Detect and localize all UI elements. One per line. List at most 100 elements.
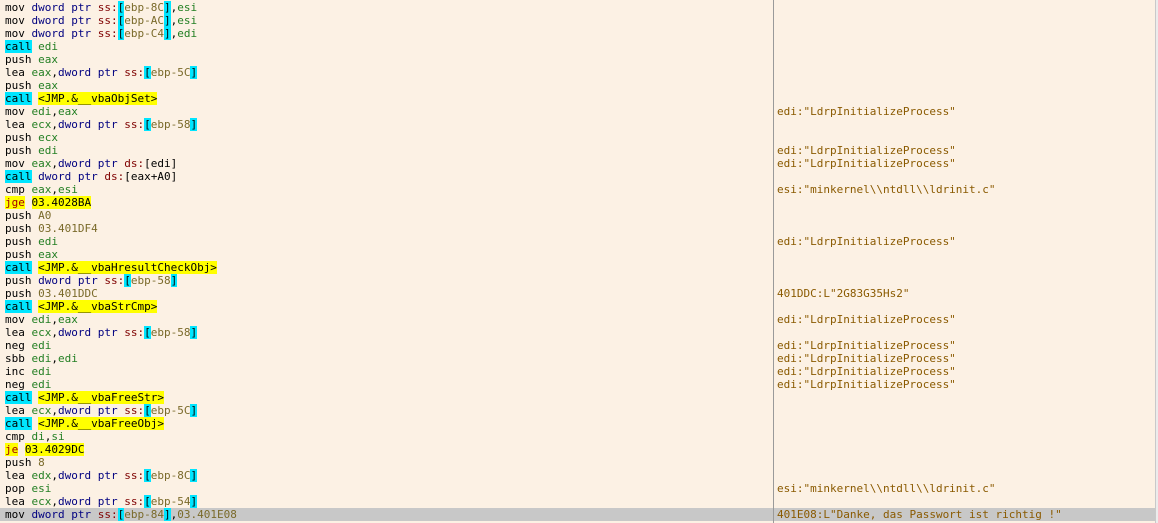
instruction-text: call <JMP.&__vbaFreeObj>	[5, 417, 164, 430]
token-register: eax	[38, 248, 58, 261]
instruction-row[interactable]: mov eax,dword ptr ds:[edi] edi:"LdrpIniti…	[0, 157, 1155, 170]
instruction-text: neg edi	[5, 378, 51, 391]
token-default: sbb	[5, 352, 32, 365]
instruction-text: call <JMP.&__vbaHresultCheckObj>	[5, 261, 217, 274]
token-default: push	[5, 53, 39, 66]
instruction-row[interactable]: push 03.401DF4	[0, 222, 1155, 235]
instruction-text: mov dword ptr ss:[ebp-84],03.401E08	[5, 508, 237, 521]
instruction-row[interactable]: call <JMP.&__vbaFreeObj>	[0, 417, 1155, 430]
instruction-row-selected[interactable]: mov dword ptr ss:[ebp-84],03.401E08 401E0…	[0, 508, 1155, 521]
instruction-row[interactable]: lea ecx,dword ptr ss:[ebp-58]	[0, 326, 1155, 339]
token-default: mov	[5, 1, 32, 14]
token-size: dword ptr	[58, 469, 125, 482]
token-default: ,	[51, 183, 58, 196]
token-size: dword ptr	[31, 27, 98, 40]
instruction-row[interactable]: neg edi edi:"LdrpInitializeProcess"	[0, 378, 1155, 391]
token-target: 03.4029DC	[24, 443, 85, 456]
instruction-text: cmp di,si	[5, 430, 65, 443]
instruction-row[interactable]: inc edi edi:"LdrpInitializeProcess"	[0, 365, 1155, 378]
instruction-row[interactable]: mov dword ptr ss:[ebp-C4],edi	[0, 27, 1155, 40]
token-register: esi	[177, 1, 198, 14]
comment-text: edi:"LdrpInitializeProcess"	[777, 352, 956, 365]
token-register: esi	[31, 482, 52, 495]
instruction-row[interactable]: push eax	[0, 53, 1155, 66]
instruction-text: mov dword ptr ss:[ebp-8C],esi	[5, 1, 197, 14]
token-register: edi	[38, 144, 58, 157]
instruction-row[interactable]: cmp eax,esi esi:"minkernel\\ntdll\\ldrini…	[0, 183, 1155, 196]
instruction-row[interactable]: push eax	[0, 79, 1155, 92]
instruction-row[interactable]: mov edi,eax edi:"LdrpInitializeProcess"	[0, 105, 1155, 118]
token-immediate: ebp-5C	[150, 66, 191, 79]
instruction-row[interactable]: lea eax,dword ptr ss:[ebp-5C]	[0, 66, 1155, 79]
token-register: edi	[38, 235, 58, 248]
token-size: dword ptr	[38, 170, 105, 183]
instruction-row[interactable]: push A0	[0, 209, 1155, 222]
token-default	[18, 443, 25, 456]
instruction-row[interactable]: je 03.4029DC	[0, 443, 1155, 456]
token-default: [eax+A0]	[124, 170, 178, 183]
token-register: edx	[31, 469, 52, 482]
token-default: mov	[5, 27, 32, 40]
instruction-row[interactable]: cmp di,si	[0, 430, 1155, 443]
token-call: call	[5, 40, 32, 53]
instruction-text: lea ecx,dword ptr ss:[ebp-54]	[5, 495, 198, 508]
instruction-row[interactable]: pop esi esi:"minkernel\\ntdll\\ldrinit.c"	[0, 482, 1155, 495]
token-target: <JMP.&__vbaStrCmp>	[38, 300, 158, 313]
instruction-row[interactable]: lea ecx,dword ptr ss:[ebp-54]	[0, 495, 1155, 508]
token-target: <JMP.&__vbaHresultCheckObj>	[38, 261, 217, 274]
instruction-row[interactable]: mov dword ptr ss:[ebp-8C],esi	[0, 1, 1155, 14]
instruction-text: inc edi	[5, 365, 51, 378]
token-register: edi	[31, 352, 52, 365]
token-bracket: ]	[190, 469, 198, 482]
token-bracket: [	[144, 469, 151, 482]
instruction-text: mov eax,dword ptr ds:[edi]	[5, 157, 177, 170]
token-default: push	[5, 287, 39, 300]
token-size: dword ptr	[31, 1, 98, 14]
disassembly-view[interactable]: mov dword ptr ss:[ebp-8C],esi mov dword p…	[0, 0, 1158, 523]
instruction-row[interactable]: lea ecx,dword ptr ss:[ebp-58]	[0, 118, 1155, 131]
instruction-row[interactable]: lea ecx,dword ptr ss:[ebp-5C]	[0, 404, 1155, 417]
instruction-row[interactable]: call edi	[0, 40, 1155, 53]
token-default: push	[5, 131, 39, 144]
token-default: ,	[51, 105, 58, 118]
comment-text: edi:"LdrpInitializeProcess"	[777, 313, 956, 326]
token-size: dword ptr	[58, 495, 125, 508]
instruction-row[interactable]: call dword ptr ds:[eax+A0]	[0, 170, 1155, 183]
instruction-text: push ecx	[5, 131, 58, 144]
token-target: 03.4028BA	[31, 196, 92, 209]
instruction-row[interactable]: push eax	[0, 248, 1155, 261]
instruction-row[interactable]: lea edx,dword ptr ss:[ebp-8C]	[0, 469, 1155, 482]
column-divider[interactable]	[773, 0, 774, 523]
token-default: ,	[51, 157, 58, 170]
instruction-row[interactable]: mov edi,eax edi:"LdrpInitializeProcess"	[0, 313, 1155, 326]
instruction-row[interactable]: push 8	[0, 456, 1155, 469]
instruction-text: push A0	[5, 209, 51, 222]
instruction-row[interactable]: call <JMP.&__vbaFreeStr>	[0, 391, 1155, 404]
instruction-row[interactable]: neg edi edi:"LdrpInitializeProcess"	[0, 339, 1155, 352]
token-register: eax	[38, 53, 58, 66]
token-default: lea	[5, 469, 32, 482]
token-register: ecx	[38, 131, 58, 144]
instruction-row[interactable]: push dword ptr ss:[ebp-58]	[0, 274, 1155, 287]
instruction-row[interactable]: push 03.401DDC 401DDC:L"2G83G35Hs2"	[0, 287, 1155, 300]
instruction-row[interactable]: push ecx	[0, 131, 1155, 144]
token-register: edi	[31, 365, 52, 378]
instruction-text: lea ecx,dword ptr ss:[ebp-5C]	[5, 404, 198, 417]
instruction-text: sbb edi,edi	[5, 352, 78, 365]
token-immediate: ebp-8C	[124, 1, 164, 14]
instruction-row[interactable]: call <JMP.&__vbaHresultCheckObj>	[0, 261, 1155, 274]
token-default: ,	[51, 495, 58, 508]
instruction-row[interactable]: push edi edi:"LdrpInitializeProcess"	[0, 235, 1155, 248]
comment-text: esi:"minkernel\\ntdll\\ldrinit.c"	[777, 183, 996, 196]
instruction-row[interactable]: sbb edi,edi edi:"LdrpInitializeProcess"	[0, 352, 1155, 365]
token-register: edi	[177, 27, 198, 40]
instruction-row[interactable]: mov dword ptr ss:[ebp-AC],esi	[0, 14, 1155, 27]
instruction-row[interactable]: call <JMP.&__vbaObjSet>	[0, 92, 1155, 105]
instruction-row[interactable]: call <JMP.&__vbaStrCmp>	[0, 300, 1155, 313]
comment-text: edi:"LdrpInitializeProcess"	[777, 157, 956, 170]
token-segment: ss:	[124, 404, 145, 417]
instruction-row[interactable]: push edi edi:"LdrpInitializeProcess"	[0, 144, 1155, 157]
instruction-row[interactable]: jge 03.4028BA	[0, 196, 1155, 209]
token-default: lea	[5, 66, 32, 79]
token-immediate: 03.401DF4	[38, 222, 98, 235]
